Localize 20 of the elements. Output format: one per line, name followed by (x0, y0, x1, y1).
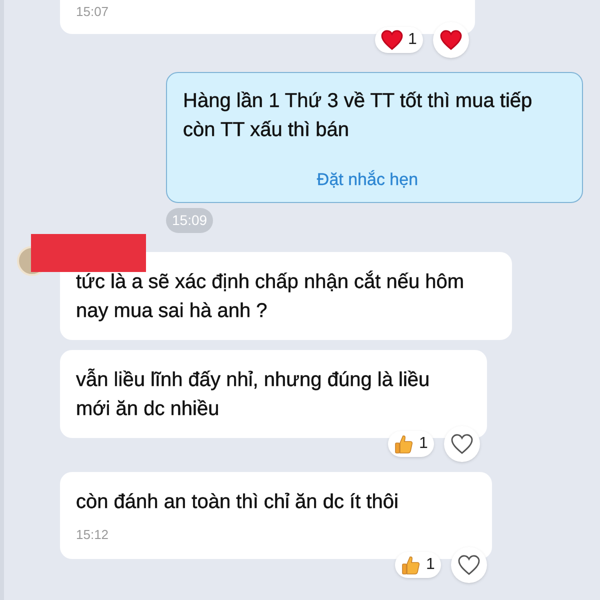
thumbs-up-icon (401, 554, 421, 574)
heart-icon (440, 30, 462, 50)
reaction-count: 1 (426, 554, 435, 574)
react-button[interactable] (444, 426, 480, 462)
thumbs-up-icon (394, 434, 414, 454)
message-text: tức là a sẽ xác định chấp nhận cắt nếu hôm nay mua sai hà anh ? (76, 270, 466, 324)
message-text: còn đánh an toàn thì chỉ ăn dc ít thôi (76, 490, 400, 515)
message-time: 15:12 (76, 526, 110, 544)
heart-icon (458, 554, 480, 574)
message-text: Hàng lần 1 Thứ 3 về TT tốt thì mua tiếp còn TT xấu thì bán (183, 88, 534, 142)
message-text: vẫn liều lĩnh đấy nhỉ, nhưng đúng là liều mới ăn dc nhiều (76, 368, 431, 422)
message-time: 15:07 (76, 3, 110, 21)
heart-icon (450, 434, 473, 454)
reaction-count: 1 (419, 434, 428, 454)
reaction-count-badge[interactable]: 1 (395, 552, 441, 578)
reaction-count-badge[interactable]: 1 (388, 431, 434, 457)
reaction-count-badge[interactable]: 1 (375, 26, 423, 52)
heart-icon (381, 30, 403, 50)
message-time: 15:09 (166, 208, 214, 233)
reaction-count: 1 (408, 30, 417, 50)
